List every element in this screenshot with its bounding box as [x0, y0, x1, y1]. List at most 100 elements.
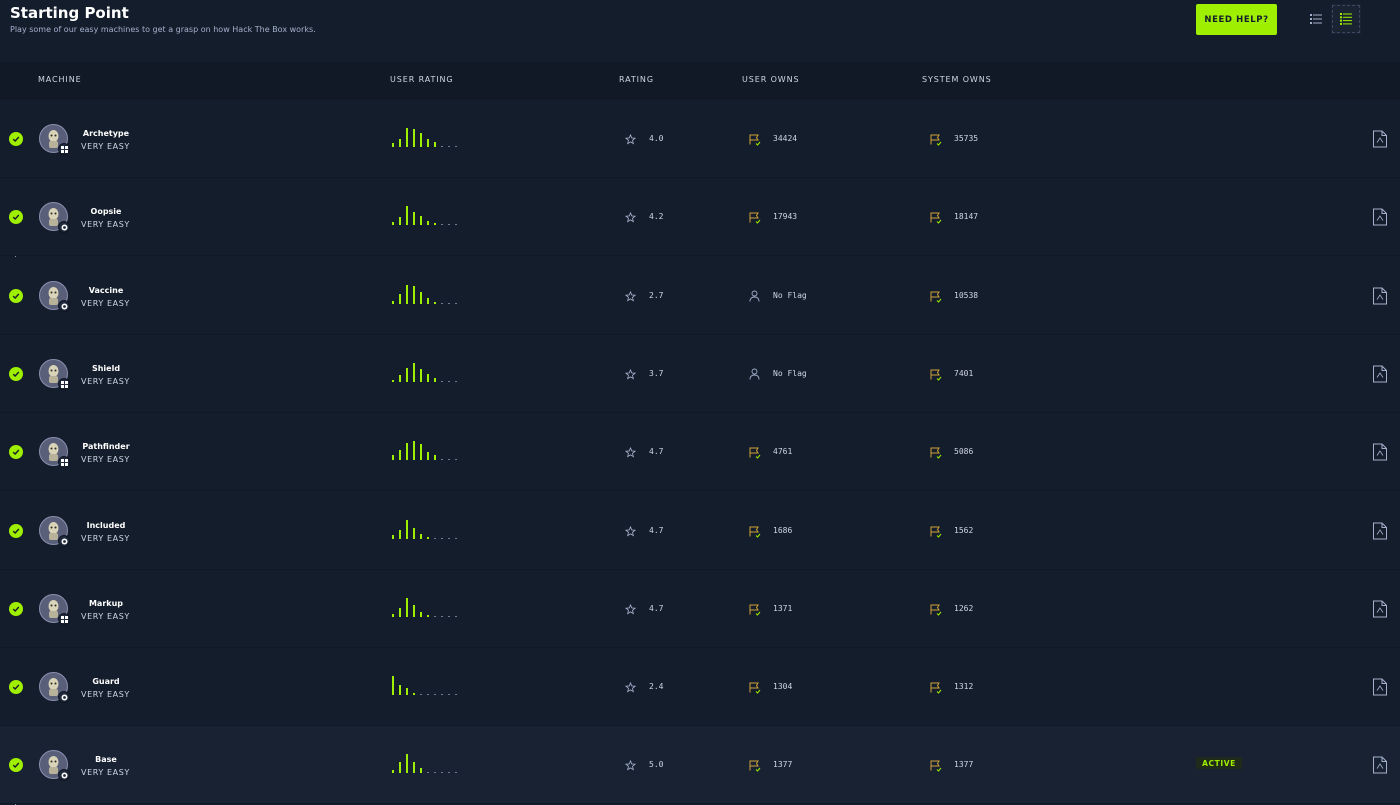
system-owns-count: 35735 — [954, 134, 979, 143]
star-icon[interactable] — [621, 600, 639, 618]
machine-name[interactable]: Guard — [80, 677, 132, 686]
star-icon[interactable] — [621, 443, 639, 461]
machine-difficulty: VERY EASY — [81, 220, 130, 229]
pdf-writeup-icon[interactable] — [1372, 756, 1388, 774]
pdf-writeup-icon[interactable] — [1372, 600, 1388, 618]
machine-name[interactable]: Pathfinder — [80, 442, 132, 451]
machine-row[interactable]: Archetype VERY EASY 4.0 34424 35735 — [0, 100, 1400, 178]
star-icon[interactable] — [621, 287, 639, 305]
star-icon[interactable] — [621, 756, 639, 774]
column-header-rating[interactable]: RATING — [619, 75, 654, 84]
user-owns-count: No Flag — [773, 291, 807, 300]
machine-row[interactable]: Oopsie VERY EASY 4.2 17943 18147 — [0, 178, 1400, 256]
column-header-user-owns[interactable]: USER OWNS — [742, 75, 799, 84]
star-icon[interactable] — [621, 130, 639, 148]
machine-row[interactable]: Markup VERY EASY 4.7 1371 1262 — [0, 570, 1400, 648]
user-owns-count: No Flag — [773, 369, 807, 378]
table-header: MACHINE USER RATING RATING USER OWNS SYS… — [0, 62, 1400, 99]
rating-bar-empty — [427, 771, 429, 773]
machine-row[interactable]: Vaccine VERY EASY 2.7 No Flag 10538 — [0, 257, 1400, 335]
pdf-writeup-icon[interactable] — [1372, 130, 1388, 148]
rating-bar — [406, 688, 408, 695]
machine-row[interactable]: Shield VERY EASY 3.7 No Flag 7401 — [0, 335, 1400, 413]
rating-bar-empty — [441, 302, 443, 304]
windows-os-icon — [58, 378, 70, 390]
user-rating-chart — [392, 203, 462, 225]
machine-name[interactable]: Oopsie — [80, 207, 132, 216]
machine-name[interactable]: Base — [80, 755, 132, 764]
machine-row[interactable]: Guard VERY EASY 2.4 1304 1312 — [0, 648, 1400, 726]
rating-bar-empty — [455, 615, 457, 617]
column-header-system-owns[interactable]: SYSTEM OWNS — [922, 75, 992, 84]
rating-bar-empty — [441, 615, 443, 617]
machine-name[interactable]: Shield — [80, 364, 132, 373]
detailed-list-view-button[interactable] — [1331, 4, 1361, 34]
pdf-writeup-icon[interactable] — [1372, 678, 1388, 696]
machine-row[interactable]: Base VERY EASY 5.0 1377 1377 ACTIVE — [0, 726, 1400, 804]
rating-bar-empty — [441, 458, 443, 460]
machine-name[interactable]: Archetype — [80, 129, 132, 138]
system-flag-icon — [926, 365, 944, 383]
rating-bar — [406, 520, 408, 539]
rating-bar-empty — [455, 380, 457, 382]
rating-bar-empty — [448, 145, 450, 147]
system-owns-count: 1262 — [954, 604, 974, 613]
need-help-button[interactable]: NEED HELP? — [1196, 4, 1277, 35]
star-icon[interactable] — [621, 678, 639, 696]
active-badge: ACTIVE — [1196, 757, 1242, 769]
machine-avatar[interactable] — [39, 672, 70, 703]
machine-avatar[interactable] — [39, 202, 70, 233]
machine-name[interactable]: Markup — [80, 599, 132, 608]
machine-avatar[interactable] — [39, 359, 70, 390]
machine-row[interactable]: Included VERY EASY 4.7 1686 1562 — [0, 492, 1400, 570]
system-flag-icon — [926, 130, 944, 148]
compact-list-view-button[interactable] — [1301, 4, 1331, 34]
rating-bar — [427, 139, 429, 147]
user-rating-chart — [392, 282, 462, 304]
user-flag-icon — [745, 522, 763, 540]
system-owns-count: 10538 — [954, 291, 979, 300]
machine-name[interactable]: Included — [80, 521, 132, 530]
user-flag-icon — [745, 600, 763, 618]
rating-bar — [413, 693, 415, 695]
star-icon[interactable] — [621, 522, 639, 540]
user-flag-icon — [745, 130, 763, 148]
user-flag-icon — [745, 678, 763, 696]
machine-difficulty: VERY EASY — [81, 299, 130, 308]
rating-bar-empty — [455, 771, 457, 773]
machine-row[interactable]: Pathfinder VERY EASY 4.7 4761 5086 — [0, 413, 1400, 491]
machine-avatar[interactable] — [39, 437, 70, 468]
rating-bar-empty — [441, 223, 443, 225]
rating-bar — [399, 530, 401, 539]
machine-rating: 2.4 — [649, 682, 664, 691]
pdf-writeup-icon[interactable] — [1372, 365, 1388, 383]
machine-avatar[interactable] — [39, 281, 70, 312]
rating-bar — [392, 222, 394, 225]
rating-bar-empty — [455, 223, 457, 225]
star-icon[interactable] — [621, 208, 639, 226]
linux-os-icon — [58, 221, 70, 233]
rating-bar — [434, 455, 436, 460]
star-icon[interactable] — [621, 365, 639, 383]
machine-avatar[interactable] — [39, 124, 70, 155]
column-header-user-rating[interactable]: USER RATING — [390, 75, 454, 84]
pdf-writeup-icon[interactable] — [1372, 522, 1388, 540]
machine-avatar[interactable] — [39, 750, 70, 781]
column-header-machine[interactable]: MACHINE — [38, 75, 82, 84]
page-subtitle: Play some of our easy machines to get a … — [10, 25, 316, 34]
pdf-writeup-icon[interactable] — [1372, 208, 1388, 226]
rating-bar — [399, 294, 401, 304]
rating-bar-empty — [448, 458, 450, 460]
rating-bar — [413, 605, 415, 617]
rating-bar-empty — [441, 771, 443, 773]
pdf-writeup-icon[interactable] — [1372, 287, 1388, 305]
pdf-writeup-icon[interactable] — [1372, 443, 1388, 461]
machine-rating: 5.0 — [649, 760, 664, 769]
machine-avatar[interactable] — [39, 516, 70, 547]
rating-bar — [392, 535, 394, 539]
machine-name[interactable]: Vaccine — [80, 286, 132, 295]
rating-bar — [399, 375, 401, 382]
rating-bar-empty — [455, 145, 457, 147]
user-rating-chart — [392, 673, 462, 695]
machine-avatar[interactable] — [39, 594, 70, 625]
